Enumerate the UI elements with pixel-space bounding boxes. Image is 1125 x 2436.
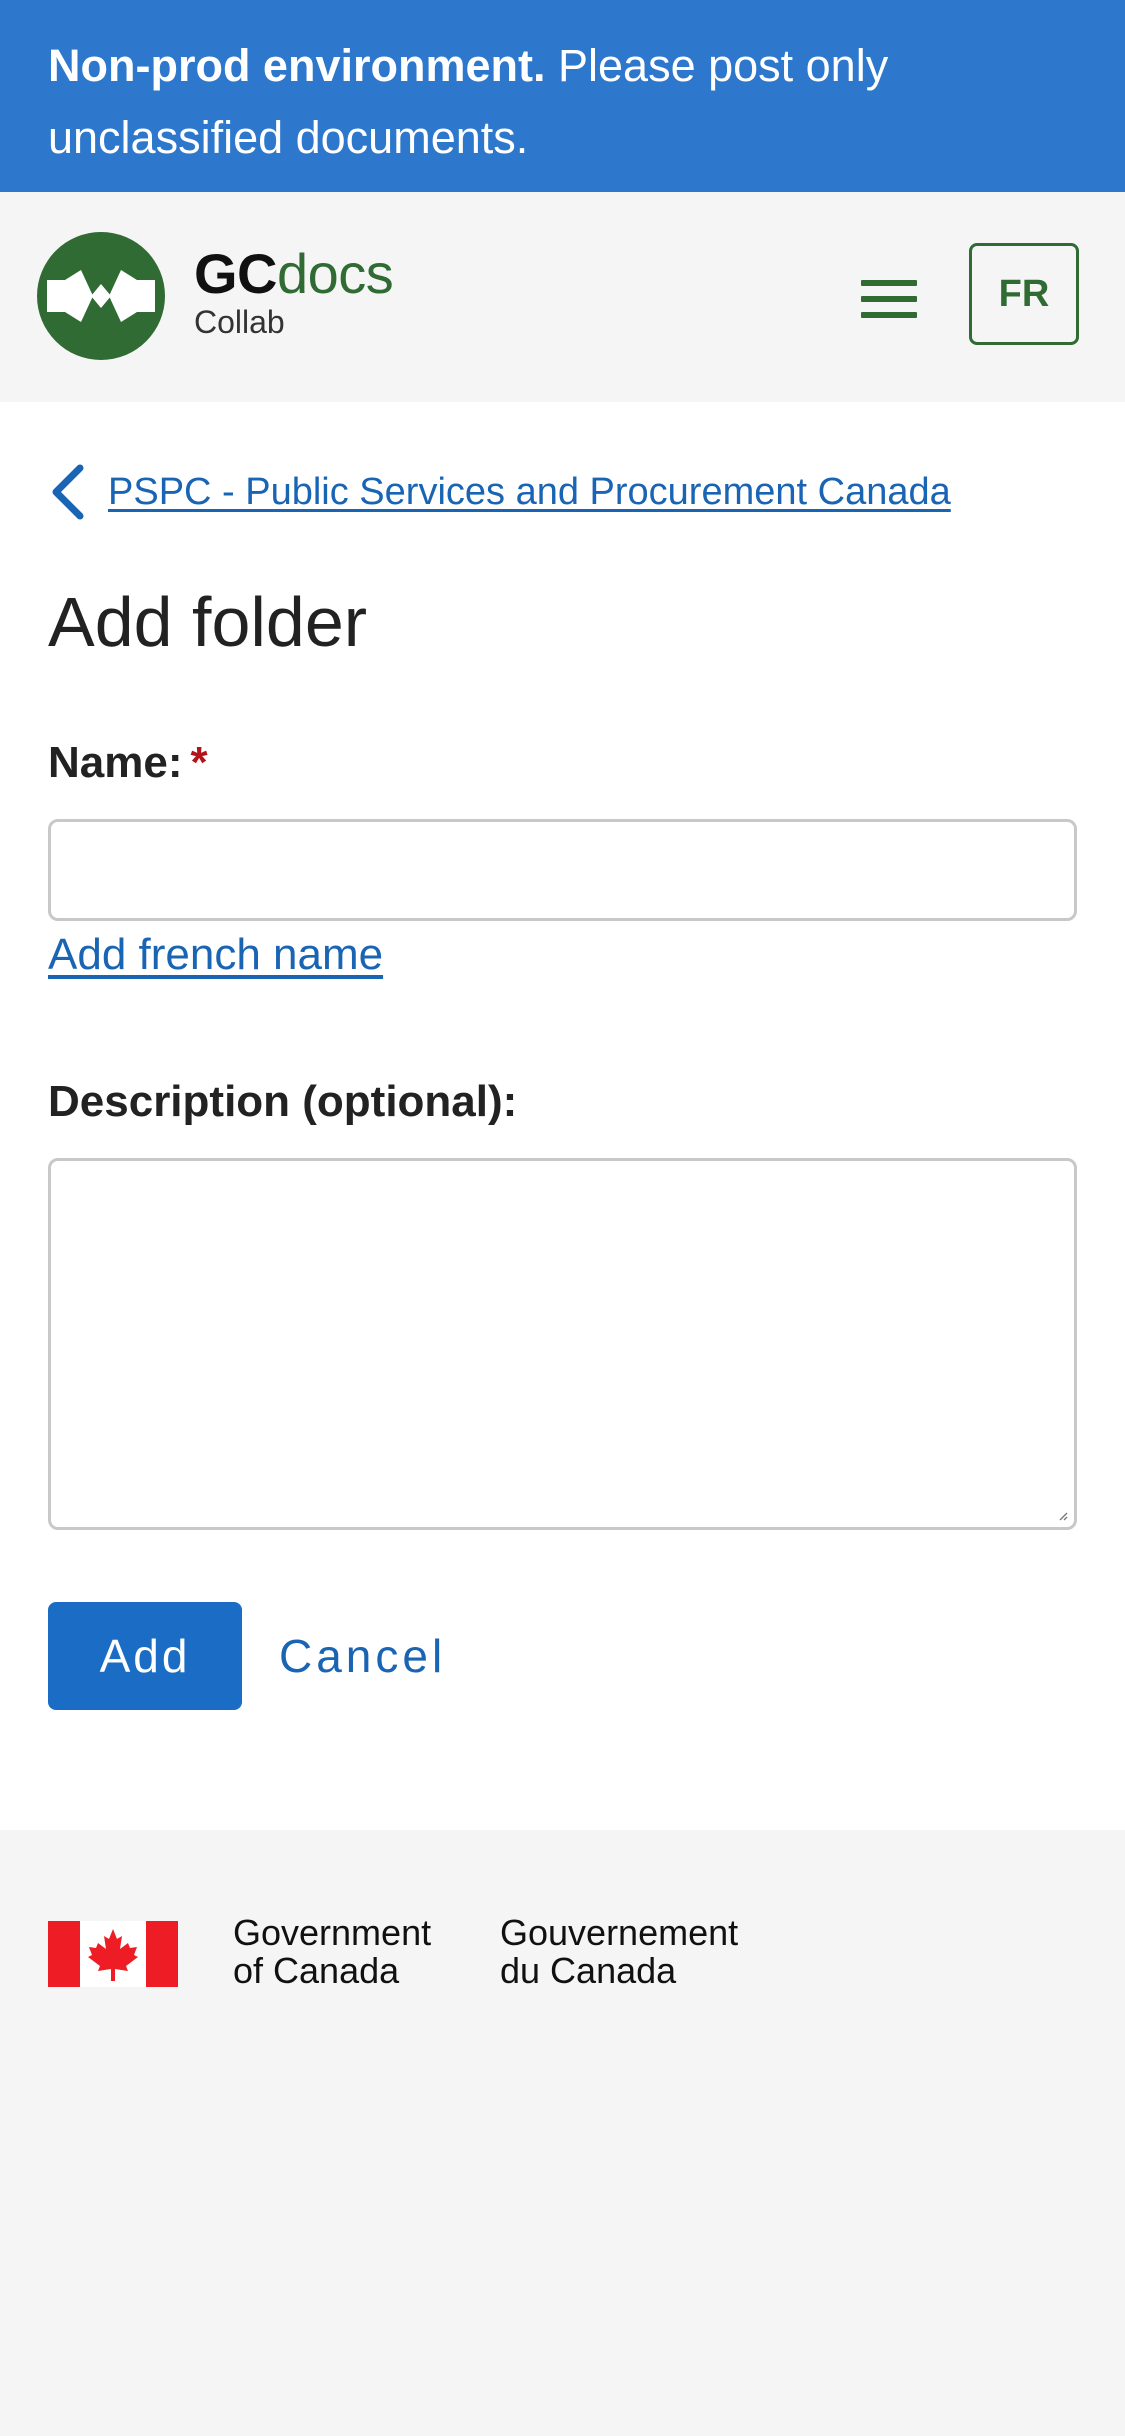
site-header: GCdocs Collab FR	[0, 192, 1125, 402]
name-label-text: Name:	[48, 738, 183, 787]
brand-title: GCdocs	[194, 242, 394, 305]
page-title: Add folder	[48, 583, 368, 661]
environment-banner-bold: Non-prod environment.	[48, 40, 546, 91]
environment-banner: Non-prod environment. Please post only u…	[0, 0, 1125, 192]
gov-en-line1: Government	[233, 1912, 432, 1953]
government-of-canada-fr: Gouvernement du Canada	[500, 1914, 738, 1990]
brand-docs: docs	[277, 242, 394, 305]
brand-subtitle: Collab	[194, 304, 285, 340]
breadcrumb-link[interactable]: PSPC - Public Services and Procurement C…	[108, 471, 951, 514]
add-french-name-link[interactable]: Add french name	[48, 930, 383, 980]
government-of-canada-en: Government of Canada	[233, 1914, 431, 1990]
gov-en-line2: of Canada	[233, 1950, 400, 1991]
description-label: Description (optional):	[48, 1077, 518, 1126]
site-footer: Government of Canada Gouvernement du Can…	[0, 1830, 1125, 2436]
name-input[interactable]	[48, 819, 1077, 921]
main-content: PSPC - Public Services and Procurement C…	[0, 402, 1125, 1830]
menu-icon	[852, 272, 926, 318]
gov-fr-line1: Gouvernement	[500, 1912, 739, 1953]
cancel-button[interactable]: Cancel	[279, 1622, 446, 1690]
required-indicator: *	[190, 738, 208, 787]
gcdocs-logo-icon[interactable]	[37, 232, 165, 360]
canada-flag-icon	[48, 1921, 178, 1987]
chevron-left-icon[interactable]	[48, 462, 88, 522]
brand-name: GCdocs Collab	[194, 242, 394, 341]
gov-fr-line2: du Canada	[500, 1950, 677, 1991]
description-textarea[interactable]	[48, 1158, 1077, 1530]
add-button[interactable]: Add	[48, 1602, 242, 1710]
brand-gc: GC	[194, 242, 278, 305]
language-toggle-button[interactable]: FR	[969, 243, 1079, 345]
page: Non-prod environment. Please post only u…	[0, 0, 1125, 2436]
resize-grip-icon[interactable]	[1058, 1511, 1068, 1521]
menu-button[interactable]	[852, 272, 926, 326]
breadcrumb: PSPC - Public Services and Procurement C…	[48, 462, 951, 522]
name-label: Name: *	[48, 738, 208, 788]
